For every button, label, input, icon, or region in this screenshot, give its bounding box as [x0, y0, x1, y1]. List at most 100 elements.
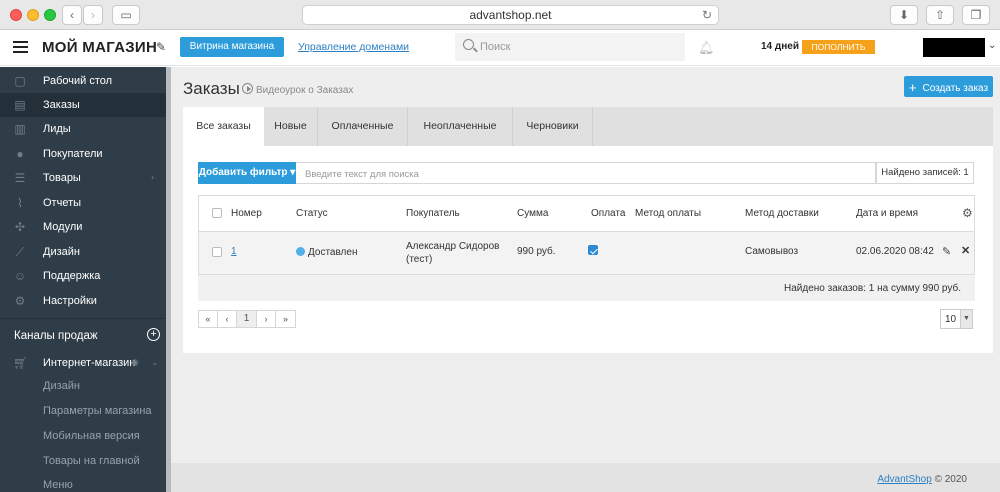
- order-number[interactable]: 1: [231, 246, 237, 257]
- minimize-window-button[interactable]: [27, 9, 39, 21]
- video-link-label: Видеоурок о Заказах: [256, 85, 354, 96]
- sidebar-item-label: Товары: [43, 172, 81, 184]
- next-page-button[interactable]: ›: [257, 311, 276, 327]
- create-order-button[interactable]: + Создать заказ: [904, 76, 993, 97]
- chevron-left-icon[interactable]: ‹: [62, 5, 82, 25]
- app-header: МОЙ МАГАЗИН ✎ Витрина магазина Управлени…: [0, 30, 1000, 66]
- sidebar-item-label: Поддержка: [43, 270, 101, 282]
- sidebar-toggle-icon[interactable]: ▭: [112, 5, 140, 25]
- gear-icon[interactable]: ⚙: [962, 206, 973, 220]
- prev-page-button[interactable]: ‹: [218, 311, 237, 327]
- url-text: advantshop.net: [469, 8, 552, 22]
- pagination: « ‹ 1 › »: [198, 310, 296, 328]
- search-placeholder: Поиск: [480, 41, 511, 53]
- sidebar-item-label: Дизайн: [43, 246, 80, 258]
- orders-panel: Добавить фильтр ▾ Введите текст для поис…: [183, 146, 993, 353]
- sidebar-divider: [0, 318, 166, 319]
- table-row[interactable]: 1 Доставлен Александр Сидоров (тест) 990 …: [199, 232, 974, 274]
- sidebar-item-reports[interactable]: ⌇ Отчеты: [0, 191, 166, 215]
- grid-search-input[interactable]: Введите текст для поиска: [296, 162, 876, 184]
- sidebar-item-label: Настройки: [43, 295, 97, 307]
- sidebar-item-modules[interactable]: ✣ Модули: [0, 215, 166, 239]
- row-checkbox[interactable]: [212, 247, 222, 257]
- sidebar-item-products[interactable]: ☰ Товары ›: [0, 166, 166, 190]
- tab-drafts[interactable]: Черновики: [513, 107, 593, 146]
- domains-link[interactable]: Управление доменами: [298, 41, 409, 53]
- column-header[interactable]: Метод доставки: [745, 208, 819, 219]
- sidebar-subitem-store-params[interactable]: Параметры магазина: [43, 405, 152, 417]
- eye-icon[interactable]: ◉: [131, 357, 139, 368]
- add-filter-button[interactable]: Добавить фильтр ▾: [198, 162, 296, 184]
- search-input[interactable]: Поиск: [455, 33, 685, 61]
- add-filter-label: Добавить фильтр: [198, 167, 288, 178]
- edit-icon[interactable]: ✎: [942, 245, 951, 258]
- column-header[interactable]: Оплата: [591, 208, 625, 219]
- column-header[interactable]: Дата и время: [856, 208, 918, 219]
- sidebar-subitem-design[interactable]: Дизайн: [43, 380, 80, 392]
- support-icon: ☺: [13, 269, 27, 283]
- delete-icon[interactable]: ✕: [961, 244, 970, 257]
- address-bar[interactable]: advantshop.net ↻: [302, 5, 719, 25]
- sidebar-item-online-store[interactable]: 🛒︎ Интернет-магазин ◉ ⌄: [0, 351, 166, 375]
- tab-all[interactable]: Все заказы: [183, 107, 264, 146]
- sidebar-item-label: Покупатели: [43, 148, 103, 160]
- customer-name: Александр Сидоров (тест): [406, 240, 499, 266]
- topup-button[interactable]: ПОПОЛНИТЬ: [802, 40, 875, 54]
- zoom-window-button[interactable]: [44, 9, 56, 21]
- last-page-button[interactable]: »: [276, 311, 295, 327]
- chevron-down-icon[interactable]: ⌄: [988, 40, 996, 51]
- play-icon: [242, 83, 253, 94]
- paid-checkbox[interactable]: [588, 245, 598, 255]
- chevron-down-icon: ▼: [960, 310, 972, 328]
- sidebar-item-settings[interactable]: ⚙ Настройки: [0, 289, 166, 313]
- bell-icon[interactable]: 🔔︎: [698, 40, 715, 56]
- select-all-checkbox[interactable]: [212, 208, 222, 218]
- first-page-button[interactable]: «: [199, 311, 218, 327]
- page-button[interactable]: 1: [237, 311, 257, 327]
- sidebar-item-leads[interactable]: ▥ Лиды: [0, 117, 166, 141]
- video-link[interactable]: Видеоурок о Заказах: [242, 82, 353, 96]
- chevron-right-icon[interactable]: ›: [83, 5, 103, 25]
- page-size-value: 10: [945, 314, 957, 325]
- chevron-down-icon[interactable]: ⌄: [151, 357, 159, 368]
- sidebar-item-desktop[interactable]: ▢ Рабочий стол: [0, 69, 166, 93]
- tab-unpaid[interactable]: Неоплаченные: [408, 107, 513, 146]
- sidebar-item-design[interactable]: ⟋ Дизайн: [0, 240, 166, 264]
- sidebar: ▢ Рабочий стол ▤ Заказы ▥ Лиды ● Покупат…: [0, 67, 171, 492]
- sidebar-item-orders[interactable]: ▤ Заказы: [0, 93, 166, 117]
- footer: AdvantShop © 2020: [171, 463, 1000, 492]
- advantshop-link[interactable]: AdvantShop: [877, 474, 932, 485]
- page-size-select[interactable]: 10 ▼: [940, 309, 973, 329]
- tab-new[interactable]: Новые: [264, 107, 318, 146]
- sidebar-item-support[interactable]: ☺ Поддержка: [0, 264, 166, 288]
- sidebar-item-customers[interactable]: ● Покупатели: [0, 142, 166, 166]
- column-header[interactable]: Метод оплаты: [635, 208, 701, 219]
- order-tabs: Все заказы Новые Оплаченные Неоплаченные…: [183, 107, 993, 146]
- close-window-button[interactable]: [10, 9, 22, 21]
- user-account[interactable]: [923, 38, 985, 57]
- shop-title: МОЙ МАГАЗИН: [42, 39, 158, 56]
- menu-icon[interactable]: [13, 41, 28, 53]
- column-header[interactable]: Сумма: [517, 208, 548, 219]
- tab-paid[interactable]: Оплаченные: [318, 107, 408, 146]
- summary-text: Найдено заказов: 1 на сумму 990 руб.: [784, 283, 961, 294]
- download-icon[interactable]: ⬇: [890, 5, 918, 25]
- storefront-button[interactable]: Витрина магазина: [180, 37, 284, 57]
- sidebar-subitem-mobile[interactable]: Мобильная версия: [43, 430, 140, 442]
- cart-icon: 🛒︎: [13, 356, 29, 370]
- orders-summary: Найдено заказов: 1 на сумму 990 руб.: [198, 275, 975, 301]
- column-header[interactable]: Покупатель: [406, 208, 460, 219]
- pencil-icon[interactable]: ✎: [156, 40, 166, 54]
- sidebar-subitem-home-products[interactable]: Товары на главной: [43, 455, 140, 467]
- copyright: © 2020: [934, 474, 967, 485]
- tabs-icon[interactable]: ❐: [962, 5, 990, 25]
- sidebar-subitem-menu[interactable]: Меню: [43, 479, 73, 491]
- chevron-right-icon: ›: [151, 172, 154, 182]
- column-header[interactable]: Номер: [231, 208, 262, 219]
- order-number-link[interactable]: 1: [231, 246, 237, 257]
- share-icon[interactable]: ⇧: [926, 5, 954, 25]
- orders-table: Номер Статус Покупатель Сумма Оплата Мет…: [198, 195, 975, 275]
- reload-icon[interactable]: ↻: [702, 6, 712, 24]
- column-header[interactable]: Статус: [296, 208, 328, 219]
- add-channel-icon[interactable]: +: [147, 328, 160, 341]
